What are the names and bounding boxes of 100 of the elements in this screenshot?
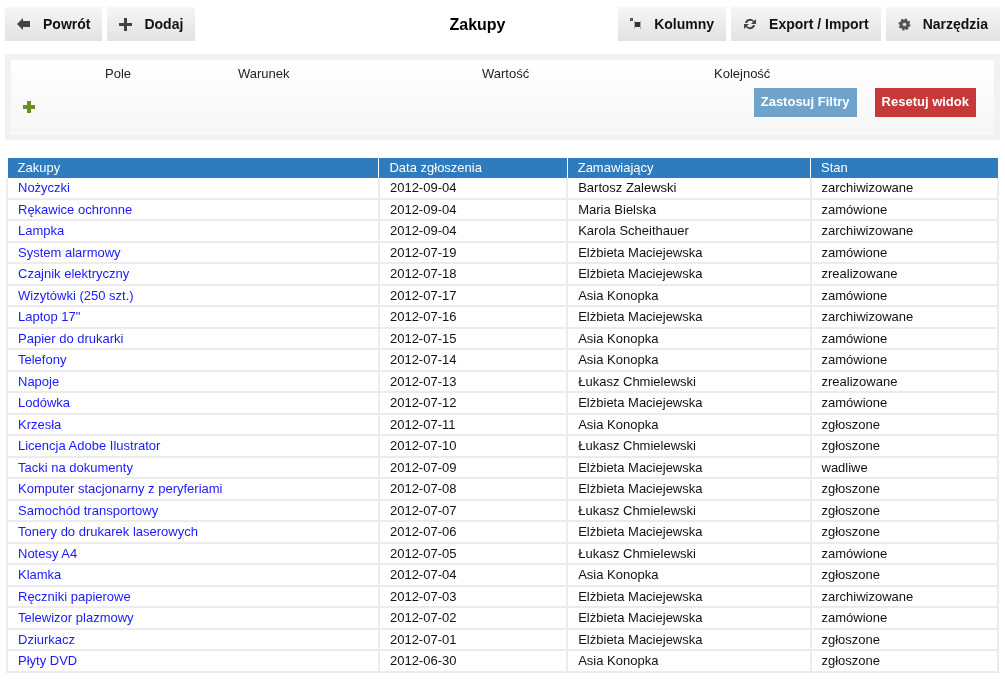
item-link[interactable]: Tonery do drukarek laserowych: [18, 524, 198, 539]
table-cell: Łukasz Chmielewski: [567, 499, 811, 521]
table-cell: 2012-09-04: [378, 178, 568, 199]
table-cell: zgłoszone: [810, 650, 998, 672]
table-cell: 2012-07-10: [378, 435, 568, 457]
toolbar-button[interactable]: Narzędzia: [885, 7, 1000, 41]
toolbar-button[interactable]: Dodaj: [107, 7, 196, 41]
item-link[interactable]: Laptop 17": [18, 309, 81, 324]
table-cell: 2012-07-18: [378, 263, 568, 285]
item-link[interactable]: Dziurkacz: [18, 631, 76, 647]
table-cell: 2012-07-03: [378, 585, 568, 607]
table-cell: 2012-07-19: [378, 241, 568, 263]
table-cell: 2012-07-07: [378, 499, 568, 521]
table-cell: zgłoszone: [810, 478, 998, 500]
table-cell: Karola Scheithauer: [567, 220, 811, 242]
table-cell: zgłoszone: [810, 435, 998, 457]
table-cell: zgłoszone: [810, 564, 998, 586]
table-cell: Elżbieta Maciejewska: [567, 607, 811, 629]
item-link[interactable]: Ręczniki papierowe: [18, 588, 131, 604]
table-cell: zrealizowane: [810, 263, 998, 285]
column-header[interactable]: Data zgłoszenia: [378, 158, 568, 178]
table-cell: wadliwe: [810, 456, 998, 478]
table-cell: 2012-07-11: [378, 413, 568, 435]
item-link[interactable]: Krzesła: [18, 416, 62, 432]
item-link[interactable]: Lodówka: [18, 395, 71, 410]
table-cell: Asia Konopka: [567, 327, 811, 349]
table-cell: zarchiwizowane: [810, 220, 998, 242]
table-cell: Elżbieta Maciejewska: [567, 628, 811, 650]
table-cell: Maria Bielska: [567, 198, 811, 220]
table-cell: Bartosz Zalewski: [567, 178, 811, 199]
table-cell: zgłoszone: [810, 413, 998, 435]
table-cell: 2012-07-12: [378, 392, 568, 414]
table-cell: zamówione: [810, 284, 998, 306]
toolbar-button[interactable]: Export / Import: [731, 7, 881, 41]
table-cell: Łukasz Chmielewski: [567, 370, 811, 392]
item-link[interactable]: Płyty DVD: [18, 653, 78, 668]
table-cell: Asia Konopka: [567, 413, 811, 435]
item-link[interactable]: Napoje: [18, 373, 60, 389]
table-cell: zrealizowane: [810, 370, 998, 392]
item-link[interactable]: Nożyczki: [18, 180, 70, 195]
item-link[interactable]: System alarmowy: [18, 244, 121, 260]
item-link[interactable]: Notesy A4: [18, 545, 78, 561]
table-cell: Łukasz Chmielewski: [567, 542, 811, 564]
item-link[interactable]: Tacki na dokumenty: [18, 459, 133, 475]
table-cell: 2012-07-08: [378, 478, 568, 500]
table-cell: 2012-07-01: [378, 628, 568, 650]
table-cell: zarchiwizowane: [810, 585, 998, 607]
page-title: Zakupy: [449, 15, 506, 35]
table-cell: Asia Konopka: [567, 564, 811, 586]
filter-column-header: Wartość: [482, 65, 531, 83]
filter-column-header: Kolejność: [714, 65, 771, 83]
filter-column-header: Warunek: [238, 65, 291, 83]
table-cell: 2012-07-04: [378, 564, 568, 586]
item-link[interactable]: Telefony: [18, 352, 67, 367]
table-cell: 2012-07-14: [378, 349, 568, 371]
table-cell: Elżbieta Maciejewska: [567, 392, 811, 414]
table-cell: zamówione: [810, 607, 998, 629]
item-link[interactable]: Klamka: [18, 567, 62, 582]
item-link[interactable]: Licencja Adobe Ilustrator: [18, 438, 161, 453]
table-cell: 2012-07-09: [378, 456, 568, 478]
table-cell: 2012-07-06: [378, 521, 568, 543]
table-cell: zgłoszone: [810, 521, 998, 543]
table-cell: Elżbieta Maciejewska: [567, 585, 811, 607]
item-link[interactable]: Papier do drukarki: [18, 330, 124, 346]
item-link[interactable]: Wizytówki (250 szt.): [18, 287, 134, 303]
table-cell: 2012-07-02: [378, 607, 568, 629]
table-cell: Elżbieta Maciejewska: [567, 306, 811, 328]
table-cell: 2012-07-13: [378, 370, 568, 392]
table-cell: zarchiwizowane: [810, 178, 998, 199]
item-link[interactable]: Rękawice ochronne: [18, 201, 133, 217]
table-cell: Elżbieta Maciejewska: [567, 456, 811, 478]
column-header[interactable]: Zamawiający: [567, 158, 811, 178]
table-cell: zarchiwizowane: [810, 306, 998, 328]
table-cell: zamówione: [810, 392, 998, 414]
table-cell: Elżbieta Maciejewska: [567, 241, 811, 263]
column-header[interactable]: Zakupy: [7, 158, 379, 178]
table-cell: zamówione: [810, 349, 998, 371]
toolbar-button[interactable]: Powrót: [5, 7, 103, 41]
table-cell: Elżbieta Maciejewska: [567, 521, 811, 543]
table-cell: Elżbieta Maciejewska: [567, 263, 811, 285]
table-cell: Elżbieta Maciejewska: [567, 478, 811, 500]
table-cell: Asia Konopka: [567, 284, 811, 306]
table-cell: 2012-07-16: [378, 306, 568, 328]
reset-view-button[interactable]: Resetuj widok: [874, 87, 976, 117]
table-cell: zamówione: [810, 198, 998, 220]
table-cell: zamówione: [810, 542, 998, 564]
item-link[interactable]: Samochód transportowy: [18, 502, 159, 518]
item-link[interactable]: Komputer stacjonarny z peryferiami: [18, 481, 223, 496]
toolbar-button[interactable]: Kolumny: [618, 7, 727, 41]
table-cell: 2012-07-17: [378, 284, 568, 306]
item-link[interactable]: Czajnik elektryczny: [18, 266, 130, 281]
item-link[interactable]: Telewizor plazmowy: [18, 610, 134, 625]
table-cell: Asia Konopka: [567, 650, 811, 672]
table-cell: Łukasz Chmielewski: [567, 435, 811, 457]
table-cell: 2012-09-04: [378, 198, 568, 220]
table-cell: 2012-07-05: [378, 542, 568, 564]
column-header[interactable]: Stan: [810, 158, 998, 178]
table-cell: zamówione: [810, 241, 998, 263]
table-cell: zgłoszone: [810, 499, 998, 521]
item-link[interactable]: Lampka: [18, 223, 65, 238]
